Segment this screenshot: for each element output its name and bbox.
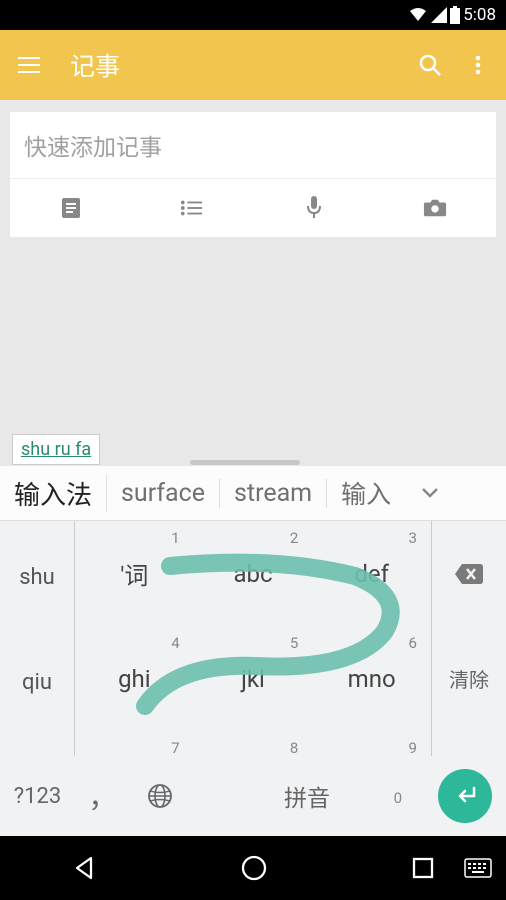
candidate-item[interactable]: surface	[107, 479, 220, 508]
enter-key[interactable]	[438, 769, 492, 823]
list-icon[interactable]	[180, 196, 204, 220]
key-5[interactable]: 5jkl	[194, 626, 313, 731]
globe-key[interactable]	[130, 783, 190, 809]
key-6[interactable]: 6mno	[312, 626, 431, 731]
key-1[interactable]: 1'词	[75, 521, 194, 626]
signal-icon	[431, 7, 447, 23]
search-icon[interactable]	[418, 53, 442, 77]
keyboard-icon[interactable]	[464, 858, 492, 878]
key-4[interactable]: 4ghi	[75, 626, 194, 731]
key-2[interactable]: 2abc	[194, 521, 313, 626]
key-3[interactable]: 3def	[312, 521, 431, 626]
app-bar: 记事	[0, 30, 506, 100]
app-title: 记事	[70, 47, 392, 83]
keyboard-handle[interactable]	[190, 460, 300, 465]
candidate-primary[interactable]: 输入法	[0, 475, 107, 512]
note-icon[interactable]	[59, 196, 83, 220]
space-key[interactable]: 0拼音	[190, 779, 424, 813]
syllable-key[interactable]: shu	[0, 521, 74, 626]
battery-icon	[450, 6, 460, 24]
candidate-item[interactable]: stream	[220, 479, 327, 508]
status-bar: 5:08	[0, 0, 506, 30]
menu-icon[interactable]	[18, 57, 40, 73]
nav-bar	[0, 836, 506, 900]
bottom-row: ?123 ， 0拼音	[0, 756, 506, 836]
mic-icon[interactable]	[302, 196, 326, 220]
recents-icon[interactable]	[411, 856, 435, 880]
camera-icon[interactable]	[423, 196, 447, 220]
candidate-expand[interactable]	[405, 487, 455, 499]
content-area	[0, 237, 506, 432]
syllable-key[interactable]: qiu	[0, 626, 74, 731]
note-card: 快速添加记事	[10, 112, 496, 237]
symbols-key[interactable]: ?123	[0, 784, 75, 809]
more-icon[interactable]	[468, 53, 488, 77]
wifi-icon	[408, 7, 428, 23]
candidate-item[interactable]: 输入	[327, 475, 405, 511]
backspace-key[interactable]	[432, 521, 506, 626]
clear-key[interactable]: 清除	[432, 626, 506, 731]
candidate-bar: 输入法 surface stream 输入	[0, 466, 506, 521]
back-icon[interactable]	[71, 855, 97, 881]
note-toolbar	[10, 179, 496, 237]
note-input[interactable]: 快速添加记事	[10, 112, 496, 179]
status-time: 5:08	[463, 5, 496, 25]
pinyin-preview: shu ru fa	[12, 434, 100, 465]
home-icon[interactable]	[240, 854, 268, 882]
comma-key[interactable]: ，	[75, 776, 130, 816]
